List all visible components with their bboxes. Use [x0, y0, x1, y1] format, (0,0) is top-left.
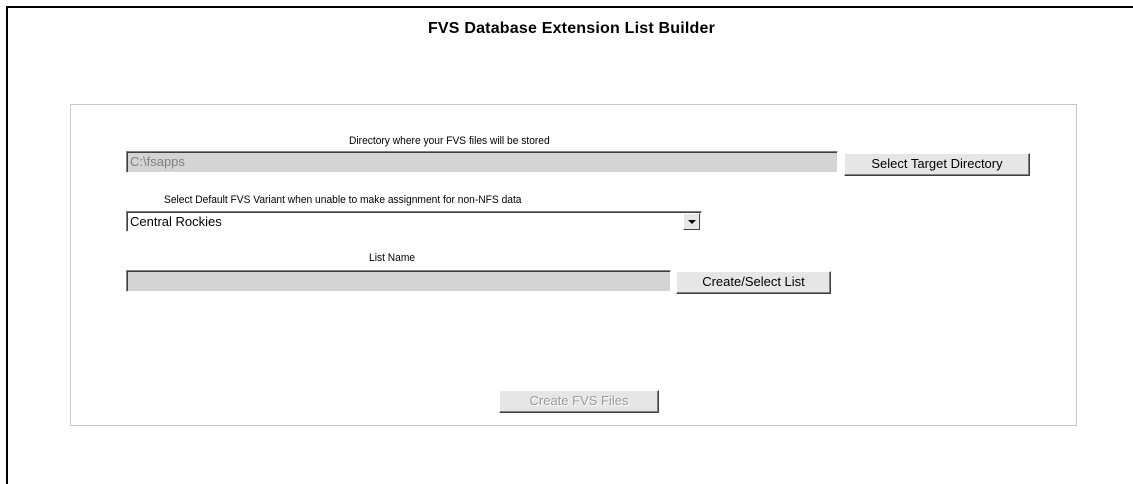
- variant-label: Select Default FVS Variant when unable t…: [164, 194, 522, 206]
- list-name-label: List Name: [369, 252, 416, 264]
- variant-selected-value: Central Rockies: [130, 214, 222, 229]
- variant-select[interactable]: Central Rockies: [126, 211, 702, 232]
- create-select-list-button[interactable]: Create/Select List: [676, 271, 831, 294]
- chevron-down-icon: [688, 220, 696, 224]
- list-name-field[interactable]: [126, 270, 671, 292]
- app-frame: FVS Database Extension List Builder Dire…: [6, 6, 1133, 484]
- create-fvs-files-button[interactable]: Create FVS Files: [499, 390, 659, 413]
- directory-field[interactable]: C:\fsapps: [126, 151, 838, 173]
- directory-label: Directory where your FVS files will be s…: [349, 135, 550, 147]
- list-builder-panel: Directory where your FVS files will be s…: [70, 104, 1077, 426]
- variant-dropdown-button[interactable]: [683, 213, 700, 230]
- select-target-directory-button[interactable]: Select Target Directory: [844, 153, 1030, 176]
- page-title: FVS Database Extension List Builder: [427, 20, 716, 37]
